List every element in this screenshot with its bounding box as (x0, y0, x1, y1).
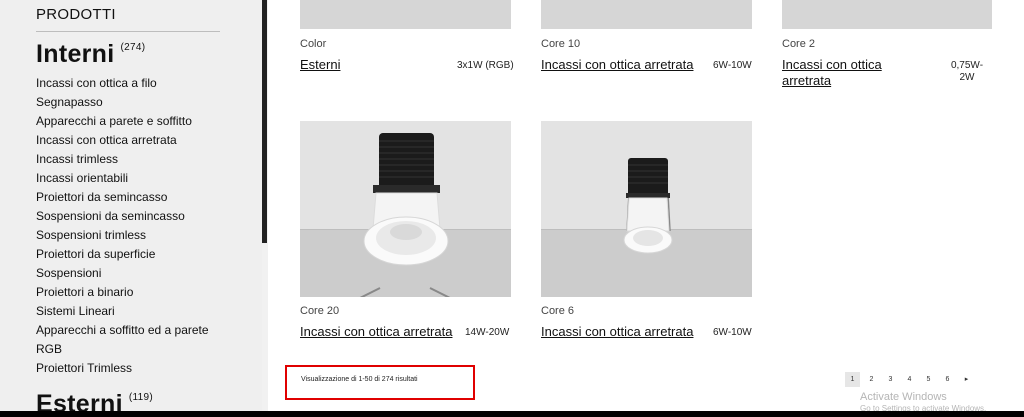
product-name-link[interactable]: Incassi con ottica arretrata (541, 57, 693, 73)
product-name-link[interactable]: Incassi con ottica arretrata (541, 324, 693, 340)
page-button-2[interactable]: 2 (864, 372, 879, 387)
product-spec: 6W-10W (713, 60, 752, 71)
category-item[interactable]: Sospensioni da semincasso (36, 207, 209, 226)
taskbar-edge (0, 411, 1024, 417)
product-subtitle: Core 10 (541, 38, 581, 50)
sidebar-scrollbar-thumb[interactable] (262, 0, 267, 243)
category-item[interactable]: Proiettori da semincasso (36, 188, 209, 207)
results-count-highlight: Visualizzazione di 1-50 di 274 risultati (285, 365, 475, 400)
product-subtitle: Core 20 (300, 305, 340, 317)
category-item[interactable]: Sospensioni trimless (36, 226, 209, 245)
category-count: (274) (120, 42, 146, 53)
category-item[interactable]: Incassi con ottica arretrata (36, 131, 209, 150)
product-spec: 14W-20W (465, 327, 510, 338)
product-name-link[interactable]: Incassi con ottica arretrata (300, 324, 452, 340)
spotlight-core-6-icon (623, 158, 673, 254)
category-item[interactable]: Proiettori a binario (36, 283, 209, 302)
product-name-link[interactable]: Esterni (300, 57, 340, 73)
watermark-title: Activate Windows (860, 391, 947, 403)
results-count-text: Visualizzazione di 1-50 di 274 risultati (301, 376, 418, 383)
product-image[interactable] (541, 0, 752, 29)
product-subtitle: Core 6 (541, 305, 575, 317)
product-subtitle: Core 2 (782, 38, 816, 50)
category-item[interactable]: Apparecchi a soffitto ed a parete (36, 321, 209, 340)
spotlight-core-20-icon (359, 133, 451, 297)
product-spec: 6W-10W (713, 327, 752, 338)
product-image[interactable] (782, 0, 992, 29)
category-count: (119) (128, 392, 153, 403)
page-button-4[interactable]: 4 (902, 372, 917, 387)
category-item[interactable]: Incassi orientabili (36, 169, 209, 188)
category-item[interactable]: Segnapasso (36, 93, 209, 112)
sidebar-divider (36, 31, 220, 32)
category-item[interactable]: Apparecchi a parete e soffitto (36, 112, 209, 131)
next-page-icon[interactable]: ▸ (959, 372, 974, 387)
category-item[interactable]: Incassi trimless (36, 150, 209, 169)
product-spec: 3x1W (RGB) (457, 60, 514, 71)
product-spec: 0,75W- 2W (950, 60, 984, 83)
page-button-6[interactable]: 6 (940, 372, 955, 387)
page-button-3[interactable]: 3 (883, 372, 898, 387)
category-item[interactable]: Incassi con ottica a filo (36, 74, 209, 93)
category-list: Incassi con ottica a filo Segnapasso App… (36, 74, 209, 378)
page-button-5[interactable]: 5 (921, 372, 936, 387)
sidebar-title: PRODOTTI (36, 6, 116, 23)
product-subtitle: Color (300, 38, 327, 50)
product-image[interactable] (300, 0, 511, 29)
category-name: Interni (36, 40, 115, 68)
category-item[interactable]: RGB (36, 340, 209, 359)
category-heading-interni[interactable]: Interni (274) (36, 40, 145, 69)
product-image-core-20[interactable] (300, 121, 511, 297)
category-item[interactable]: Proiettori da superficie (36, 245, 209, 264)
product-image-core-6[interactable] (541, 121, 752, 297)
category-item[interactable]: Sistemi Lineari (36, 302, 209, 321)
product-sidebar: PRODOTTI Interni (274) Incassi con ottica… (0, 0, 262, 417)
page-button-1[interactable]: 1 (845, 372, 860, 387)
product-name-link[interactable]: Incassi con ottica arretrata (782, 57, 922, 89)
category-item[interactable]: Proiettori Trimless (36, 359, 209, 378)
pagination: 1 2 3 4 5 6 ▸ (845, 372, 978, 387)
category-item[interactable]: Sospensioni (36, 264, 209, 283)
